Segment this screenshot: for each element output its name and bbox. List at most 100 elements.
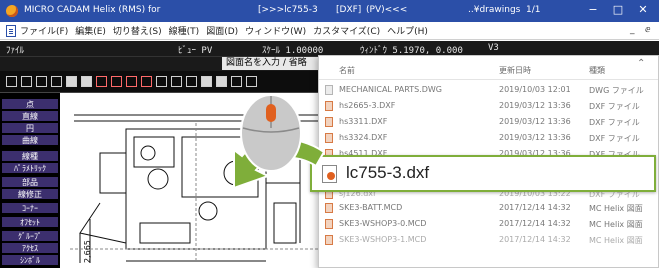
file-name: SKE3-BATT.MCD — [339, 203, 403, 212]
dwg-file-icon — [325, 85, 333, 95]
status-line: ﾌｧｲﾙ ﾋﾞｭｰ PV ｽｹｰﾙ 1.00000 ｳｨﾝﾄﾞｳ 5.1970,… — [0, 41, 659, 56]
file-row[interactable]: SKE3-WSHOP3-0.MCD 2017/12/14 14:32 MC He… — [319, 216, 658, 231]
file-date: 2019/03/12 13:36 — [499, 101, 571, 110]
folder-path: ..¥drawings — [468, 5, 521, 15]
page-indicator: 1/1 — [526, 5, 541, 15]
app-logo-icon — [6, 5, 18, 17]
copy-view-icon[interactable] — [171, 76, 182, 87]
file-row[interactable]: SKE3-WSHOP3-1.MCD 2017/12/14 14:32 MC He… — [319, 232, 658, 247]
new-drawing-icon[interactable] — [6, 76, 17, 87]
layer-icon[interactable] — [201, 76, 212, 87]
file-list-header: 名前 更新日時 種類 ⌃ — [319, 56, 658, 80]
file-row[interactable]: hs3324.DXF 2019/03/12 13:36 DXF ファイル — [319, 130, 658, 145]
panel-button-access[interactable]: ｱｸｾｽ — [2, 243, 58, 254]
file-type: MC Helix 図面 — [589, 220, 643, 229]
mdi-minimize-button[interactable]: _ — [630, 25, 635, 35]
file-date: 2017/12/14 14:32 — [499, 203, 571, 212]
column-date[interactable]: 更新日時 — [499, 65, 531, 76]
file-type: DXF ファイル — [589, 118, 640, 127]
column-type[interactable]: 種類 — [589, 65, 605, 76]
minimize-button[interactable]: − — [582, 3, 604, 16]
plot-icon[interactable] — [231, 76, 242, 87]
mcd-file-icon — [325, 219, 333, 229]
file-type: DXF ファイル — [589, 102, 640, 111]
view-mode: (PV)<<< — [366, 5, 408, 15]
view-icon-2[interactable] — [111, 76, 122, 87]
file-row[interactable]: hs2665-3.DXF 2019/03/12 13:36 DXF ファイル — [319, 98, 658, 113]
menu-help[interactable]: ヘルプ(H) — [387, 24, 428, 37]
file-date: 2017/12/14 14:32 — [499, 219, 571, 228]
menu-bar: ファイル(F) 編集(E) 切り替え(S) 線種(T) 図面(D) ウィンドウ(… — [0, 22, 659, 40]
mcd-file-icon — [325, 235, 333, 245]
file-type: DWG ファイル — [589, 86, 644, 95]
menu-customize[interactable]: カスタマイズ(C) — [313, 24, 380, 37]
panel-button-curve[interactable]: 曲線 — [2, 135, 58, 146]
status-file: ﾌｧｲﾙ — [6, 46, 25, 56]
sort-chevron-icon[interactable]: ⌃ — [637, 58, 645, 69]
panel-button-group[interactable]: ｸﾞﾙｰﾌﾟ — [2, 231, 58, 242]
file-name: hs3324.DXF — [339, 133, 388, 142]
menu-drawing[interactable]: 図面(D) — [206, 24, 238, 37]
file-name: hs3311.DXF — [339, 117, 388, 126]
menu-switch[interactable]: 切り替え(S) — [113, 24, 162, 37]
panel-button-circle[interactable]: 円 — [2, 123, 58, 134]
command-prompt[interactable]: 図面名を入力 / 省略 — [222, 57, 318, 70]
highlighted-file-row[interactable]: lc755-3.dxf — [310, 155, 656, 192]
panel-button-point[interactable]: 点 — [2, 99, 58, 110]
file-date: 2019/03/12 13:36 — [499, 133, 571, 142]
print-icon[interactable] — [51, 76, 62, 87]
title-bar: MICRO CADAM Helix (RMS) for [>>>lc755-3 … — [0, 0, 659, 22]
move-icon[interactable] — [246, 76, 257, 87]
file-date: 2019/03/12 13:36 — [499, 117, 571, 126]
close-button[interactable]: ✕ — [632, 3, 654, 16]
save-drawing-icon[interactable] — [36, 76, 47, 87]
menu-file-label: ファイル(F) — [20, 27, 69, 37]
status-v: V3 — [488, 43, 499, 53]
file-name: SKE3-WSHOP3-1.MCD — [339, 235, 427, 244]
panel-button-parts[interactable]: 部品 — [2, 177, 58, 188]
panel-button-line[interactable]: 直線 — [2, 111, 58, 122]
rotate-icon[interactable] — [186, 76, 197, 87]
file-date: 2017/12/14 14:32 — [499, 235, 571, 244]
menu-window[interactable]: ウィンドウ(W) — [245, 24, 306, 37]
function-panel: 点 直線 円 曲線 線種 ﾊﾟﾗﾒﾄﾘｯｸ 部品 線修正 ｺｰﾅｰ ｵﾌｾｯﾄ … — [0, 93, 60, 268]
panel-button-linetype[interactable]: 線種 — [2, 151, 58, 162]
menu-edit[interactable]: 編集(E) — [75, 24, 106, 37]
column-name[interactable]: 名前 — [339, 65, 355, 76]
menu-linetype[interactable]: 線種(T) — [169, 24, 200, 37]
panel-button-line-edit[interactable]: 線修正 — [2, 189, 58, 200]
document-icon — [6, 24, 16, 37]
panel-button-corner[interactable]: ｺｰﾅｰ — [2, 203, 58, 214]
menu-file[interactable]: ファイル(F) — [0, 24, 68, 37]
grid-icon[interactable] — [66, 76, 77, 87]
zoom-icon[interactable] — [156, 76, 167, 87]
file-type: MC Helix 図面 — [589, 204, 643, 213]
dimension-label: 2,665 — [83, 240, 92, 263]
file-name: MECHANICAL PARTS.DWG — [339, 85, 442, 94]
mdi-restore-button[interactable]: ⅇ — [645, 25, 651, 35]
panel-button-offset[interactable]: ｵﾌｾｯﾄ — [2, 217, 58, 228]
status-view: ﾋﾞｭｰ PV — [178, 46, 213, 56]
dxf-file-icon — [325, 117, 333, 127]
file-row[interactable]: MECHANICAL PARTS.DWG 2019/10/03 12:01 DW… — [319, 82, 658, 97]
highlighted-file-name: lc755-3.dxf — [346, 163, 430, 182]
grid-fine-icon[interactable] — [81, 76, 92, 87]
file-row[interactable]: hs3311.DXF 2019/03/12 13:36 DXF ファイル — [319, 114, 658, 129]
panel-button-symbol[interactable]: ｼﾝﾎﾞﾙ — [2, 255, 58, 266]
file-type: DXF ファイル — [589, 134, 640, 143]
file-name: SKE3-WSHOP3-0.MCD — [339, 219, 427, 228]
file-type: MC Helix 図面 — [589, 236, 643, 245]
layer-list-icon[interactable] — [216, 76, 227, 87]
dxf-file-icon — [325, 101, 333, 111]
file-row[interactable]: SKE3-BATT.MCD 2017/12/14 14:32 MC Helix … — [319, 200, 658, 215]
maximize-button[interactable]: □ — [607, 3, 629, 16]
mouse-icon — [238, 92, 304, 174]
view-icon-4[interactable] — [141, 76, 152, 87]
status-scale: ｽｹｰﾙ 1.00000 — [262, 46, 324, 56]
drawing-path: [>>>lc755-3 — [258, 5, 318, 15]
view-icon-3[interactable] — [126, 76, 137, 87]
file-name: hs2665-3.DXF — [339, 101, 396, 110]
panel-button-parametric[interactable]: ﾊﾟﾗﾒﾄﾘｯｸ — [2, 163, 58, 174]
view-icon-1[interactable] — [96, 76, 107, 87]
open-drawing-icon[interactable] — [21, 76, 32, 87]
